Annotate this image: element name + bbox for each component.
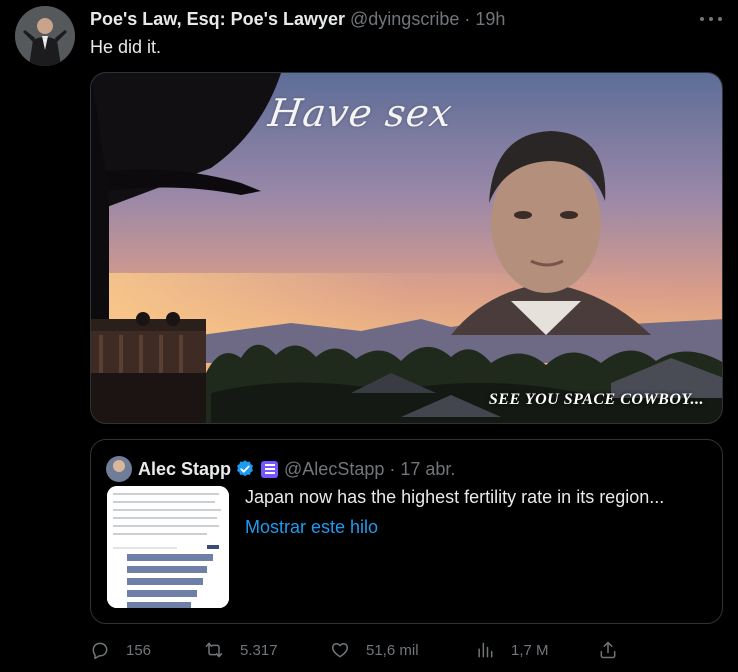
repost-icon — [205, 642, 223, 658]
tweet-header: Poe's Law, Esq: Poe's Lawyer @dyingscrib… — [90, 9, 505, 30]
quoted-tweet-header: Alec Stapp @AlecStapp · 17 abr. — [106, 456, 455, 482]
share-icon — [600, 641, 616, 659]
subscription-badge-icon[interactable] — [261, 460, 279, 478]
reply-icon — [92, 642, 108, 660]
quoted-author-handle[interactable]: @AlecStapp — [284, 459, 384, 480]
show-thread-link[interactable]: Mostrar este hilo — [245, 517, 378, 538]
media-overlay-top-text: Have sex — [265, 91, 456, 135]
like-button[interactable]: 51,6 mil — [330, 640, 419, 660]
quoted-tweet-text: Japan now has the highest fertility rate… — [245, 487, 665, 507]
media-overlay-bottom-text: SEE YOU SPACE COWBOY... — [488, 391, 704, 408]
tweet-media-image[interactable]: Have sex SEE YOU SPACE COWBOY... — [90, 72, 723, 424]
repost-count: 5.317 — [240, 641, 278, 659]
view-count: 1,7 M — [511, 641, 549, 659]
tweet-action-bar: 156 5.317 51,6 mil 1,7 M — [90, 640, 620, 664]
quoted-meta-separator: · — [389, 458, 396, 479]
quoted-author-name[interactable]: Alec Stapp — [138, 459, 231, 480]
author-handle[interactable]: @dyingscribe — [350, 9, 459, 29]
quoted-date[interactable]: 17 abr. — [400, 459, 455, 480]
quoted-author-avatar[interactable] — [106, 456, 132, 482]
quoted-tweet-card[interactable]: Alec Stapp @AlecStapp · 17 abr. Japan no… — [90, 439, 723, 624]
heart-icon — [331, 643, 349, 658]
share-button[interactable] — [598, 640, 634, 660]
reply-count: 156 — [126, 641, 152, 659]
tweet-text: He did it. — [90, 37, 162, 57]
author-avatar[interactable] — [15, 6, 75, 66]
analytics-icon — [478, 642, 493, 658]
quoted-thumbnail-image[interactable] — [107, 486, 229, 608]
like-count: 51,6 mil — [366, 641, 419, 659]
meta-separator: · — [464, 9, 471, 29]
more-horizontal-icon[interactable] — [700, 9, 722, 29]
article-chart-thumbnail — [107, 486, 229, 608]
reply-button[interactable]: 156 — [90, 640, 151, 660]
verified-badge-icon[interactable] — [235, 459, 255, 479]
views-button[interactable]: 1,7 M — [475, 640, 549, 660]
tweet-time[interactable]: 19h — [475, 9, 505, 29]
author-name[interactable]: Poe's Law, Esq: Poe's Lawyer — [90, 9, 345, 29]
repost-button[interactable]: 5.317 — [204, 640, 278, 660]
